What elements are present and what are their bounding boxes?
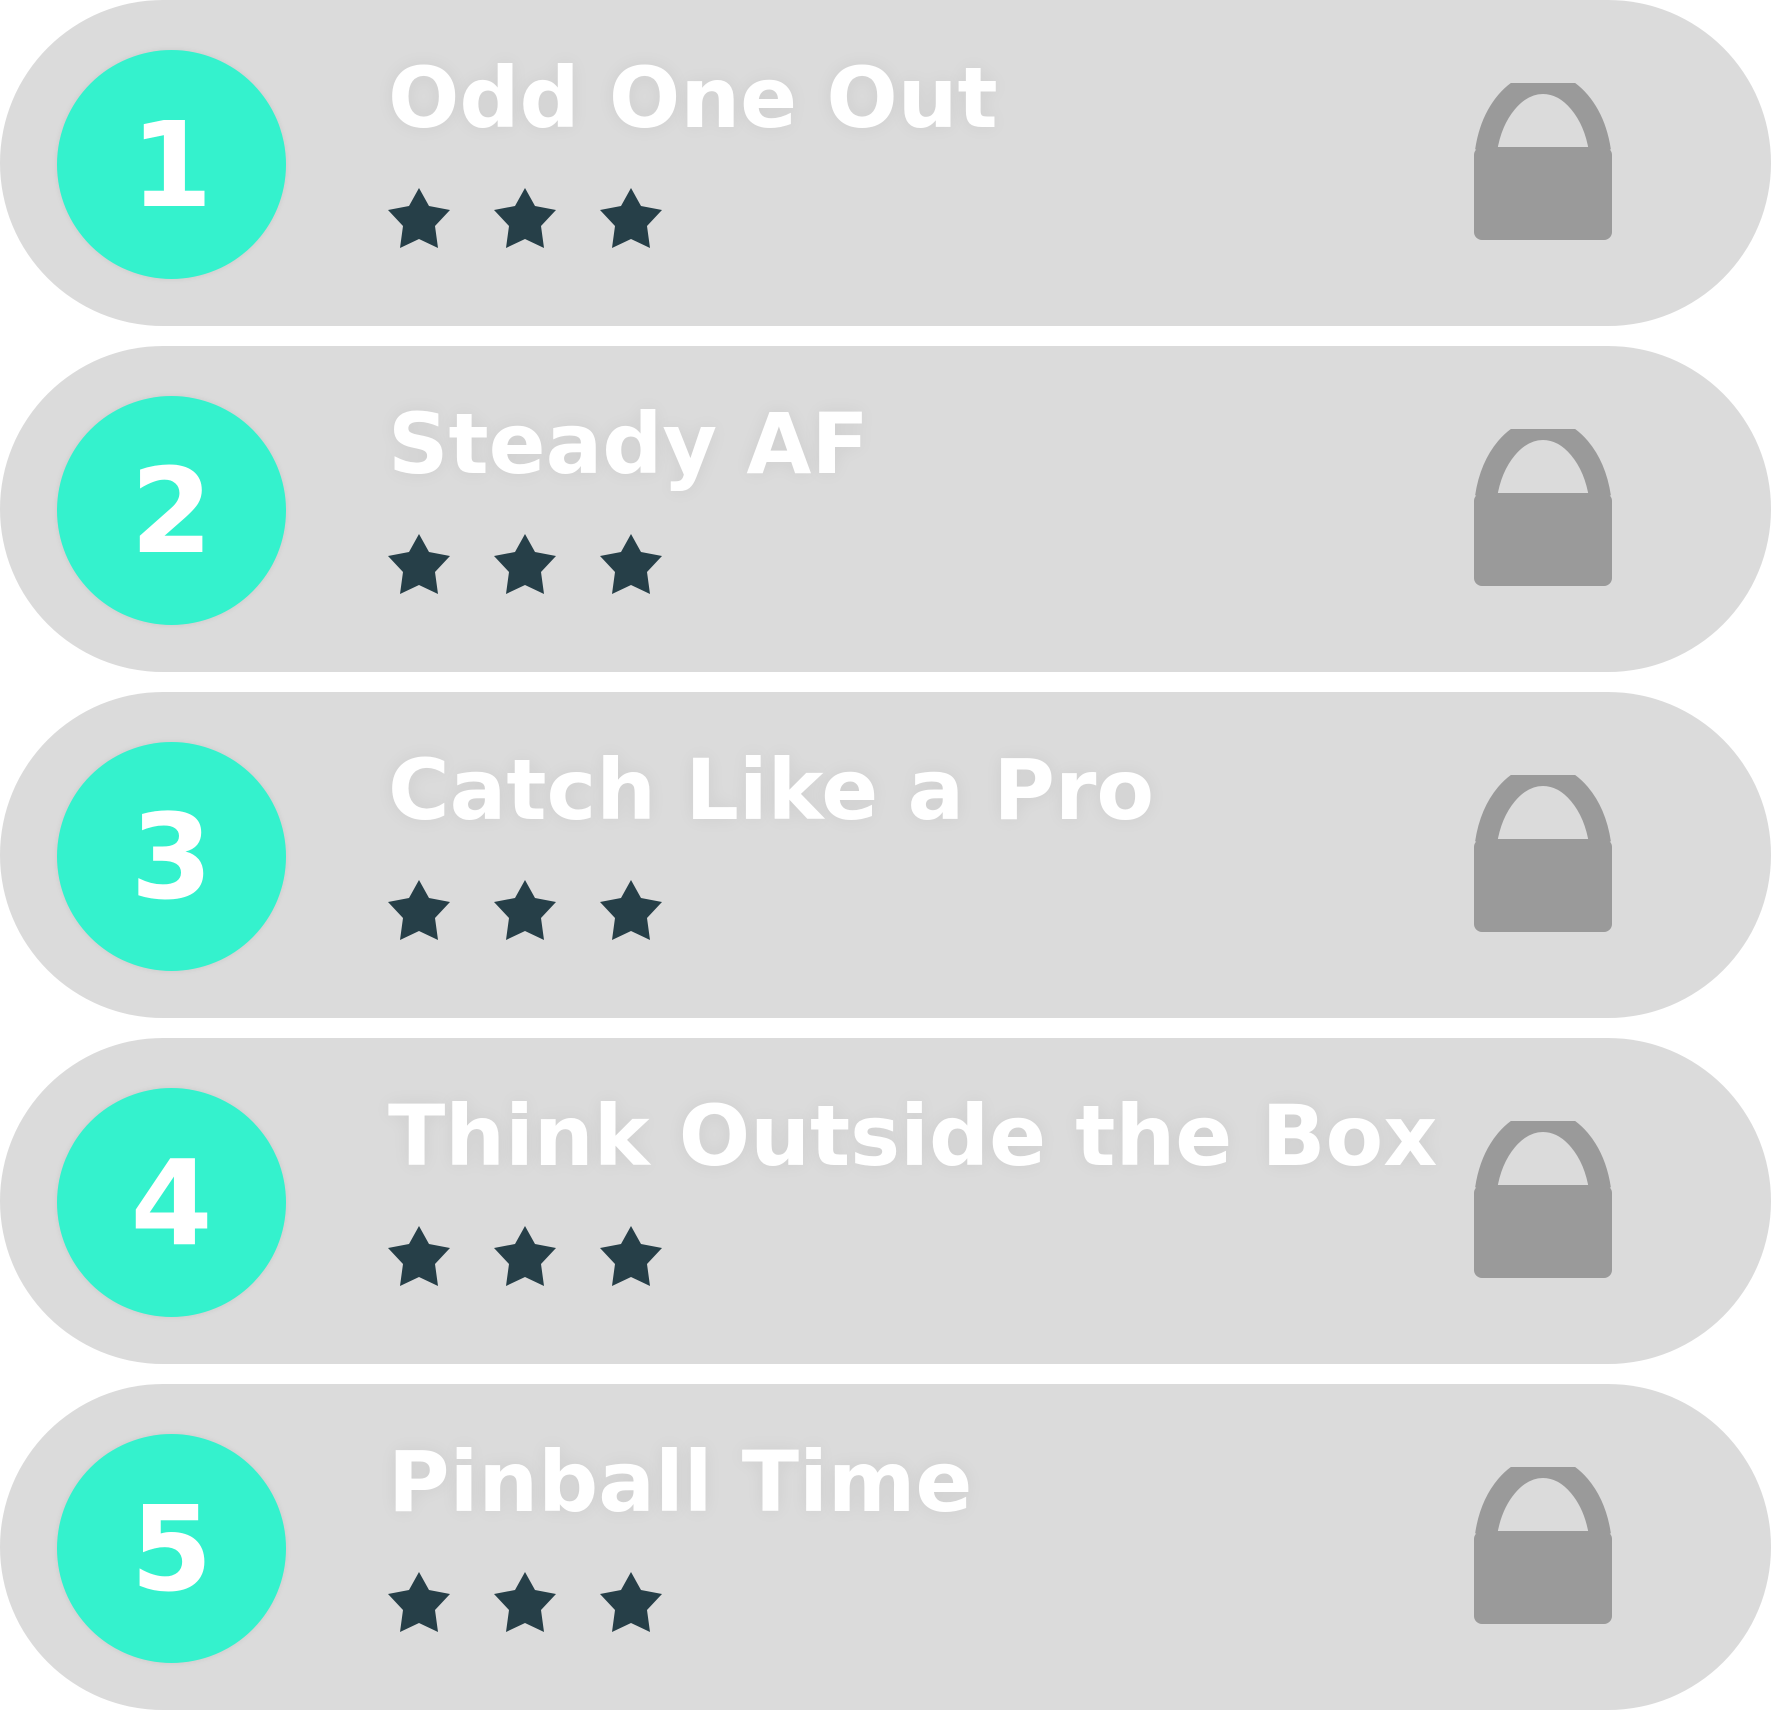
level-card-2[interactable]: 2 Steady AF [0, 346, 1771, 672]
lock-icon [1474, 429, 1612, 586]
level-card-4[interactable]: 4 Think Outside the Box [0, 1038, 1771, 1364]
level-number-badge: 1 [57, 50, 286, 279]
star-icon [594, 1222, 668, 1296]
star-icon [382, 1222, 456, 1296]
level-number: 2 [130, 441, 213, 580]
level-title: Steady AF [388, 395, 869, 493]
lock-icon [1474, 775, 1612, 932]
level-number: 3 [130, 787, 213, 926]
level-title: Pinball Time [388, 1433, 973, 1531]
star-rating [382, 1568, 700, 1642]
level-number-badge: 3 [57, 742, 286, 971]
level-card-3[interactable]: 3 Catch Like a Pro [0, 692, 1771, 1018]
level-number: 5 [130, 1479, 213, 1618]
level-number-badge: 5 [57, 1434, 286, 1663]
level-title: Catch Like a Pro [388, 741, 1155, 839]
star-rating [382, 184, 700, 258]
level-number: 1 [130, 95, 213, 234]
lock-icon [1474, 1467, 1612, 1624]
star-icon [488, 530, 562, 604]
star-icon [488, 1568, 562, 1642]
star-icon [488, 876, 562, 950]
level-card-5[interactable]: 5 Pinball Time [0, 1384, 1771, 1710]
level-number-badge: 4 [57, 1088, 286, 1317]
star-icon [594, 184, 668, 258]
lock-icon [1474, 1121, 1612, 1278]
star-rating [382, 876, 700, 950]
level-number: 4 [130, 1133, 213, 1272]
star-icon [382, 1568, 456, 1642]
level-card-1[interactable]: 1 Odd One Out [0, 0, 1771, 326]
star-icon [382, 530, 456, 604]
star-icon [488, 1222, 562, 1296]
level-title: Think Outside the Box [388, 1087, 1438, 1185]
star-icon [594, 876, 668, 950]
star-icon [594, 1568, 668, 1642]
level-number-badge: 2 [57, 396, 286, 625]
level-list: 1 Odd One Out 2 Steady AF 3 Catch Like a [0, 0, 1771, 1730]
level-title: Odd One Out [388, 49, 998, 147]
lock-icon [1474, 83, 1612, 240]
star-icon [594, 530, 668, 604]
star-icon [382, 184, 456, 258]
star-rating [382, 1222, 700, 1296]
star-rating [382, 530, 700, 604]
star-icon [488, 184, 562, 258]
star-icon [382, 876, 456, 950]
